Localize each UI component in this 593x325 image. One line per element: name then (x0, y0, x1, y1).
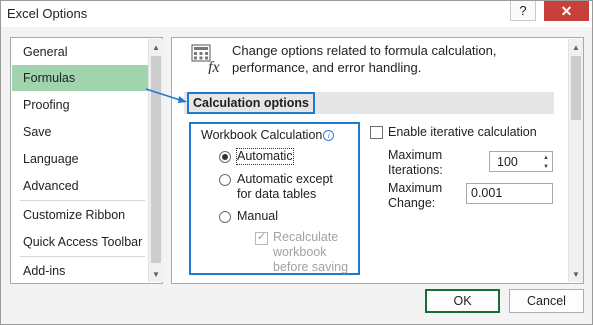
nav-scrollbar[interactable]: ▲ ▼ (148, 39, 163, 282)
close-button[interactable]: ✕ (544, 1, 589, 21)
checkbox-recalculate-before-saving[interactable] (255, 230, 268, 245)
label-maximum-change: Maximum Change: (388, 181, 442, 211)
spin-down-icon[interactable]: ▼ (540, 162, 552, 171)
workbook-calculation-caption: Workbook Calculation i (201, 128, 335, 142)
spin-up-icon[interactable]: ▲ (540, 153, 552, 162)
nav-item-language[interactable]: Language (12, 146, 149, 172)
scroll-up-icon[interactable]: ▲ (569, 39, 583, 55)
label-line-1: Maximum (388, 181, 443, 195)
nav-item-advanced[interactable]: Advanced (12, 173, 149, 199)
info-icon[interactable]: i (323, 130, 335, 141)
ok-button[interactable]: OK (425, 289, 500, 313)
fx-label: fx (208, 59, 220, 74)
nav-divider (20, 200, 145, 201)
window-title: Excel Options (7, 6, 88, 21)
excel-options-dialog: Excel Options ? ✕ General Formulas Proof… (0, 0, 593, 325)
label-line-2: workbook (273, 245, 327, 259)
label-maximum-iterations: Maximum Iterations: (388, 148, 443, 178)
section-title-calculation-options: Calculation options (187, 92, 315, 114)
nav-item-add-ins[interactable]: Add-ins (12, 258, 149, 284)
radio-automatic[interactable] (219, 151, 231, 163)
scroll-down-icon[interactable]: ▼ (149, 266, 163, 282)
content-scroll-thumb[interactable] (571, 56, 581, 120)
workbook-calculation-label: Workbook Calculation (201, 128, 323, 142)
category-nav: General Formulas Proofing Save Language … (10, 37, 163, 284)
intro-line-1: Change options related to formula calcul… (232, 43, 497, 58)
label-enable-iterative-calculation[interactable]: Enable iterative calculation (388, 125, 537, 140)
label-line-2: Change: (388, 196, 436, 210)
label-line-3: before saving (273, 260, 349, 274)
calculator-fx-icon: fx (191, 44, 220, 74)
nav-item-quick-access-toolbar[interactable]: Quick Access Toolbar (12, 229, 149, 255)
content-scrollbar[interactable]: ▲ ▼ (568, 39, 583, 282)
cancel-button[interactable]: Cancel (509, 289, 584, 313)
nav-item-general[interactable]: General (12, 39, 149, 65)
nav-item-proofing[interactable]: Proofing (12, 92, 149, 118)
intro-line-2: performance, and error handling. (232, 60, 422, 75)
close-icon: ✕ (560, 2, 573, 19)
workbook-calculation-group: Workbook Calculation i Automatic Automati… (189, 122, 360, 275)
label-line-1: Maximum (388, 148, 443, 162)
maximum-change-input[interactable]: 0.001 (466, 183, 553, 204)
nav-item-customize-ribbon[interactable]: Customize Ribbon (12, 202, 149, 228)
label-recalculate-before-saving[interactable]: Recalculate workbook before saving (273, 230, 348, 275)
label-automatic-except-data-tables[interactable]: Automatic except for data tables (237, 172, 333, 202)
nav-item-save[interactable]: Save (12, 119, 149, 145)
label-line-1: Recalculate (273, 230, 339, 244)
help-button[interactable]: ? (510, 1, 536, 21)
callout-arrow (145, 88, 187, 103)
intro-text: Change options related to formula calcul… (232, 42, 562, 76)
nav-item-formulas[interactable]: Formulas (12, 65, 149, 91)
radio-manual[interactable] (219, 211, 231, 223)
label-line-1: Automatic except (237, 172, 333, 186)
label-line-2: for data tables (237, 187, 317, 201)
checkbox-enable-iterative-calculation[interactable] (370, 126, 383, 139)
formulas-panel: fx Change options related to formula cal… (171, 37, 584, 284)
maximum-iterations-spinner[interactable]: 100 ▲ ▼ (489, 151, 553, 172)
title-bar[interactable]: Excel Options ? ✕ (1, 1, 592, 27)
label-manual[interactable]: Manual (237, 209, 278, 224)
scroll-down-icon[interactable]: ▼ (569, 266, 583, 282)
nav-divider (20, 256, 145, 257)
maximum-iterations-value[interactable]: 100 (497, 155, 518, 169)
scroll-up-icon[interactable]: ▲ (149, 39, 163, 55)
label-line-2: Iterations: (388, 163, 443, 177)
radio-automatic-except-data-tables[interactable] (219, 174, 231, 186)
help-icon: ? (519, 3, 527, 18)
label-automatic[interactable]: Automatic (236, 148, 294, 165)
